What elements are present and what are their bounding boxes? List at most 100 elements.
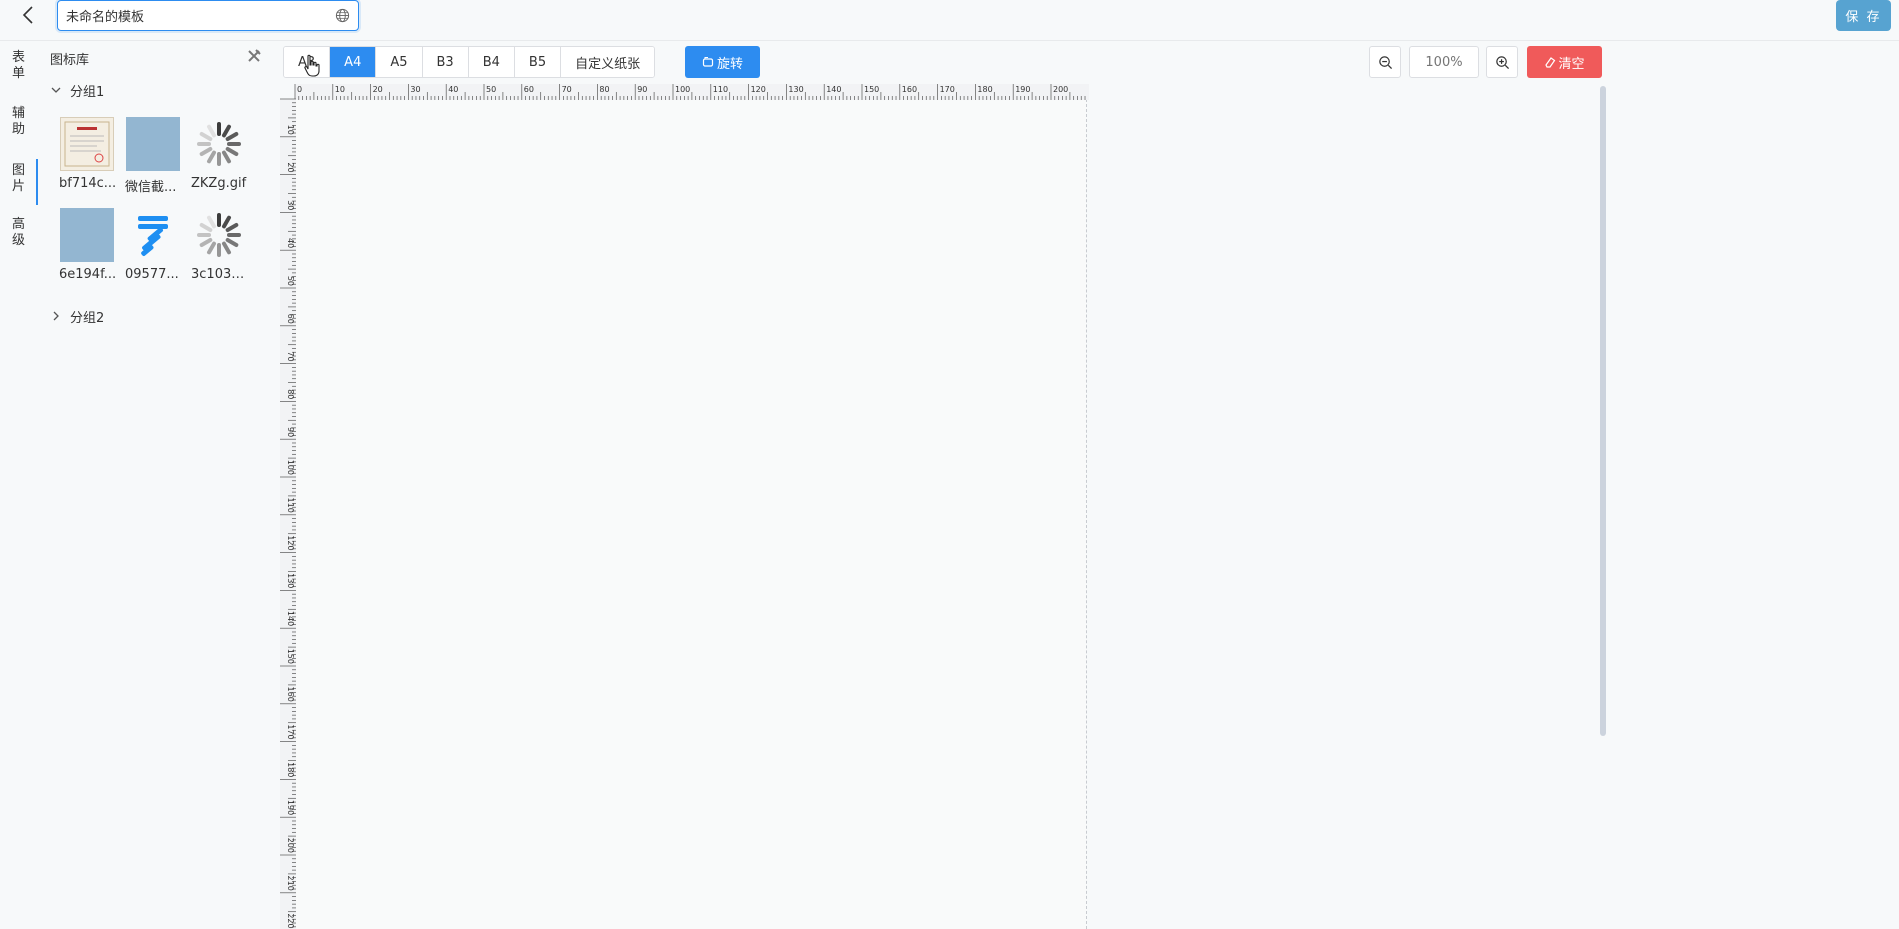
ruler-label: 80 [599,85,609,94]
ruler-label: 180 [977,85,992,94]
tab-images-label: 图片 [12,163,26,194]
zoom-in-icon [1495,55,1509,69]
ruler-label: 130 [286,573,295,588]
spinner-spoke [207,124,216,138]
ruler-label: 140 [286,611,295,626]
ruler-label: 150 [286,649,295,664]
library-item-caption: 09577... [125,267,179,282]
ruler-label: 110 [713,85,728,94]
ruler-label: 120 [286,535,295,550]
ruler-label: 200 [286,838,295,853]
save-button[interactable]: 保 存 [1836,0,1891,31]
paper-a3-button[interactable]: A3 [284,47,331,77]
library-item[interactable]: bf714c... [59,117,116,191]
rotate-label: 旋转 [716,56,743,72]
ruler-label: 220 [286,913,295,928]
library-item[interactable]: 微信截... [125,117,182,195]
ruler-label: 70 [562,85,572,94]
custom-paper-button[interactable]: 自定义纸张 [561,47,655,77]
tab-auxiliary[interactable]: 辅助 [0,106,38,152]
ruler-label: 170 [286,724,295,739]
tab-auxiliary-label: 辅助 [12,106,26,137]
ruler-label: 40 [286,238,295,248]
tab-form-label: 表单 [12,50,26,81]
ruler-label: 100 [286,460,295,475]
tab-advanced[interactable]: 高级 [0,217,38,263]
template-name-field [57,0,359,31]
logo-stripes-icon [126,208,180,262]
ruler-label: 140 [826,85,841,94]
library-item-caption: 3c1033... [191,267,251,282]
back-button[interactable] [17,2,39,28]
icon-library-title: 图标库 [50,53,90,68]
ruler-label: 30 [286,200,295,210]
ruler-label: 90 [286,427,295,437]
group-1-header[interactable]: 分组1 [50,80,104,100]
ruler-label: 20 [286,162,295,172]
spinner-spoke [199,223,213,232]
ruler-label: 160 [286,687,295,702]
element-category-tabs: 表单 辅助 图片 高级 [0,41,38,929]
tools-icon[interactable] [246,48,262,64]
ruler-label: 30 [410,85,420,94]
canvas-scrollbar[interactable] [1600,86,1606,736]
zoom-in-button[interactable] [1486,46,1518,78]
spinner-spoke [222,241,231,255]
chevron-left-icon [22,6,33,24]
library-item[interactable]: ZKZg.gif [191,117,248,191]
zoom-level-input[interactable] [1409,46,1479,78]
spinner-icon [192,208,246,262]
spinner-spoke [222,124,231,138]
spinner-spoke [225,223,239,232]
paper-b4-button[interactable]: B4 [468,47,515,77]
ruler-label: 90 [637,85,647,94]
spinner-icon [192,117,246,171]
ruler-label: 170 [940,85,955,94]
ruler-label: 180 [286,762,295,777]
zoom-out-button[interactable] [1369,46,1401,78]
tab-images[interactable]: 图片 [0,159,38,209]
spinner-spoke [207,150,216,164]
ruler-label: 110 [286,498,295,513]
paper-size-selector: A3 A4 A5 B3 B4 B5 自定义纸张 [283,46,656,78]
paper-a4-button[interactable]: A4 [330,47,377,77]
ruler-label: 60 [524,85,534,94]
ruler-label: 20 [373,85,383,94]
ruler-label: 130 [788,85,803,94]
library-item-caption: bf714c... [59,176,117,191]
zoom-out-icon [1378,55,1392,69]
library-item-caption: 微信截... [125,180,177,195]
paper-b3-button[interactable]: B3 [422,47,469,77]
template-name-input[interactable] [66,1,326,30]
spinner-spoke [207,241,216,255]
chevron-down-icon [51,87,61,93]
chevron-right-icon [53,311,59,321]
library-item[interactable]: 3c1033... [191,208,251,282]
rotate-icon [702,57,714,67]
library-item[interactable]: 09577... [125,208,182,282]
certificate-thumbnail [60,117,114,171]
ruler-label: 50 [286,276,295,286]
clear-button[interactable]: 清空 [1527,46,1602,78]
ruler-label: 150 [864,85,879,94]
ruler-label: 60 [286,314,295,324]
ruler-label: 10 [335,85,345,94]
ruler-label: 10 [286,125,295,135]
ruler-label: 120 [751,85,766,94]
tab-form[interactable]: 表单 [0,50,38,96]
library-item[interactable]: 6e194f... [59,208,116,282]
ruler-label: 160 [902,85,917,94]
icon-library-panel: 图标库 分组1 bf714c... 微信截... ZKZg.gif 6e194f… [40,41,265,929]
paper-sheet[interactable] [295,99,1087,929]
spinner-spoke [199,132,213,141]
rotate-button[interactable]: 旋转 [685,46,760,78]
ruler-label: 210 [286,876,295,891]
paper-a5-button[interactable]: A5 [376,47,423,77]
globe-icon[interactable] [335,8,350,23]
group-2-header[interactable]: 分组2 [50,306,104,326]
ruler-label: 0 [297,85,302,94]
tab-advanced-label: 高级 [12,217,26,248]
ruler-label: 40 [448,85,458,94]
spinner-spoke [199,147,213,156]
paper-b5-button[interactable]: B5 [514,47,562,77]
